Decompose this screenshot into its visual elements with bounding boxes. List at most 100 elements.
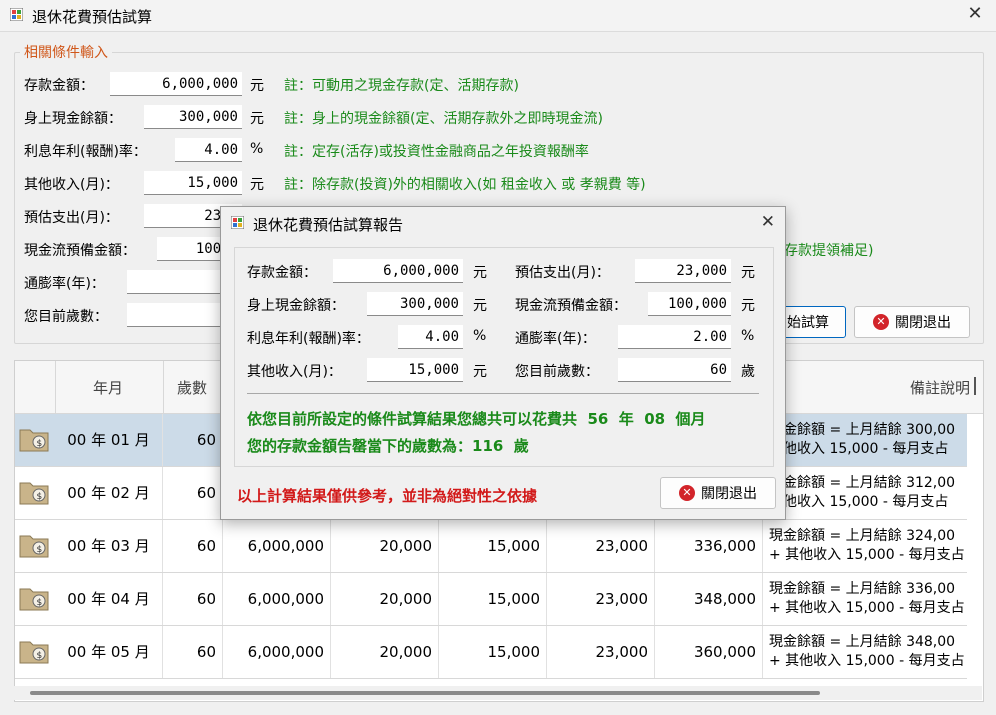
dlg-expense-label: 預估支出(月)： <box>515 265 610 281</box>
close-circle-icon: ✕ <box>679 485 695 501</box>
dlg-cash-unit: 元 <box>473 298 487 314</box>
dlg-deposit-label: 存款金額： <box>247 265 317 281</box>
deposit-input[interactable]: 6,000,000 <box>110 72 242 96</box>
money-folder-icon: $ <box>19 588 49 611</box>
dlg-reserve-value: 100,000 <box>648 292 731 316</box>
cell-notes: 現金餘額 = 上月結餘 312,00 其他收入 15,000 - 每月支占 <box>769 475 956 510</box>
svg-text:$: $ <box>37 492 43 502</box>
result-age: 您的存款金額告罄當下的歲數為：116 歲 <box>247 437 529 455</box>
money-folder-icon: $ <box>19 535 49 558</box>
divider <box>247 393 759 394</box>
dialog-title: 退休花費預估試算報告 <box>253 216 404 234</box>
deposit-unit: 元 <box>250 78 264 94</box>
dlg-deposit-unit: 元 <box>473 265 487 281</box>
dialog-close-exit-label: 關閉退出 <box>701 486 757 502</box>
dlg-deposit-value: 6,000,000 <box>333 259 463 283</box>
cell-deposit: 6,000,000 <box>223 626 331 678</box>
other-income-unit: 元 <box>250 177 264 193</box>
cell-age: 60 <box>163 520 223 572</box>
dlg-reserve-unit: 元 <box>741 298 755 314</box>
deposit-note: 註：可動用之現金存款(定、活期存款) <box>284 78 519 94</box>
table-row[interactable]: $ 00 年 05 月 60 6,000,000 20,000 15,000 2… <box>15 626 967 679</box>
scrollbar-thumb[interactable] <box>30 691 820 695</box>
cell-deposit: 6,000,000 <box>223 573 331 625</box>
other-income-label: 其他收入(月)： <box>24 177 119 193</box>
close-exit-button[interactable]: ✕ 關閉退出 <box>854 306 970 338</box>
dlg-age-unit: 歲 <box>741 364 755 380</box>
cell-interest: 20,000 <box>331 573 439 625</box>
svg-text:$: $ <box>37 545 43 555</box>
cell-year-month: 00 年 01 月 <box>55 414 163 466</box>
interest-label: 利息年利(報酬)率： <box>24 144 147 160</box>
cash-label: 身上現金餘額： <box>24 111 122 127</box>
cash-input[interactable]: 300,000 <box>144 105 242 129</box>
close-circle-icon: ✕ <box>873 314 889 330</box>
dlg-interest-unit: % <box>473 328 487 344</box>
cell-year-month: 00 年 02 月 <box>55 467 163 519</box>
cell-other-income: 15,000 <box>439 626 547 678</box>
interest-note: 註：定存(活存)或投資性金融商品之年投資報酬率 <box>284 144 589 160</box>
svg-text:$: $ <box>37 598 43 608</box>
table-row[interactable]: $ 00 年 04 月 60 6,000,000 20,000 15,000 2… <box>15 573 967 626</box>
group-label: 相關條件輸入 <box>20 42 112 62</box>
deposit-label: 存款金額： <box>24 78 94 94</box>
cell-expense: 23,000 <box>547 573 655 625</box>
dlg-cash-value: 300,000 <box>367 292 463 316</box>
other-income-input[interactable]: 15,000 <box>144 171 242 195</box>
dlg-interest-value: 4.00 <box>398 325 463 349</box>
cell-cash-balance: 360,000 <box>655 626 763 678</box>
dlg-expense-value: 23,000 <box>635 259 731 283</box>
dlg-interest-label: 利息年利(報酬)率： <box>247 331 370 347</box>
dlg-inflation-unit: % <box>741 328 755 344</box>
cell-year-month: 00 年 04 月 <box>55 573 163 625</box>
title-bar: 退休花費預估試算 ✕ <box>0 0 996 32</box>
close-exit-label: 關閉退出 <box>895 315 951 331</box>
cell-interest: 20,000 <box>331 520 439 572</box>
dlg-other-income-label: 其他收入(月)： <box>247 364 342 380</box>
cell-expense: 23,000 <box>547 626 655 678</box>
dlg-inflation-value: 2.00 <box>618 325 731 349</box>
header-notes[interactable]: 備註說明 <box>910 377 970 398</box>
cell-notes: 現金餘額 = 上月結餘 324,00 + 其他收入 15,000 - 每月支占 <box>769 528 965 563</box>
cell-age: 60 <box>163 467 223 519</box>
dialog-close-button[interactable]: ✕ <box>761 212 775 232</box>
other-income-note: 註：除存款(投資)外的相關收入(如 租金收入 或 孝親費 等) <box>284 177 646 193</box>
reserve-note: 存款提領補足) <box>784 243 874 259</box>
cell-notes: 現金餘額 = 上月結餘 336,00 + 其他收入 15,000 - 每月支占 <box>769 581 965 616</box>
money-folder-icon: $ <box>19 482 49 505</box>
dlg-age-value: 60 <box>618 358 731 382</box>
cash-note: 註：身上的現金餘額(定、活期存款外之即時現金流) <box>284 111 603 127</box>
dlg-other-income-unit: 元 <box>473 364 487 380</box>
report-dialog: 退休花費預估試算報告 ✕ 存款金額： 6,000,000 元 身上現金餘額： 3… <box>220 206 786 520</box>
table-row[interactable]: $ 00 年 03 月 60 6,000,000 20,000 15,000 2… <box>15 520 967 573</box>
dlg-expense-unit: 元 <box>741 265 755 281</box>
disclaimer: 以上計算結果僅供參考，並非為絕對性之依據 <box>237 487 538 505</box>
interest-unit: % <box>250 141 264 157</box>
cell-year-month: 00 年 03 月 <box>55 520 163 572</box>
svg-text:$: $ <box>37 651 43 661</box>
start-calc-label: 始試算 <box>787 315 829 331</box>
header-year-month[interactable]: 年月 <box>93 377 123 398</box>
cell-age: 60 <box>163 573 223 625</box>
cash-unit: 元 <box>250 111 264 127</box>
cell-notes: 現金餘額 = 上月結餘 300,00 其他收入 15,000 - 每月支占 <box>769 422 956 457</box>
money-folder-icon: $ <box>19 641 49 664</box>
result-duration: 依您目前所設定的條件試算結果您總共可以花費共 56 年 08 個月 <box>247 410 706 428</box>
cell-year-month: 00 年 05 月 <box>55 626 163 678</box>
cell-other-income: 15,000 <box>439 573 547 625</box>
dlg-other-income-value: 15,000 <box>367 358 463 382</box>
reserve-label: 現金流預備金額： <box>24 243 136 259</box>
dlg-inflation-label: 通膨率(年)： <box>515 331 596 347</box>
dlg-age-label: 您目前歲數： <box>515 364 599 380</box>
window-title: 退休花費預估試算 <box>32 8 153 26</box>
header-age[interactable]: 歲數 <box>177 377 207 398</box>
window-close-button[interactable]: ✕ <box>964 3 986 25</box>
cell-age: 60 <box>163 626 223 678</box>
age-label: 您目前歲數： <box>24 309 108 325</box>
cell-cash-balance: 348,000 <box>655 573 763 625</box>
interest-input[interactable]: 4.00 <box>175 138 242 162</box>
dlg-cash-label: 身上現金餘額： <box>247 298 345 314</box>
cell-notes: 現金餘額 = 上月結餘 348,00 + 其他收入 15,000 - 每月支占 <box>769 634 965 669</box>
cell-interest: 20,000 <box>331 626 439 678</box>
dialog-close-exit-button[interactable]: ✕ 關閉退出 <box>660 477 776 509</box>
